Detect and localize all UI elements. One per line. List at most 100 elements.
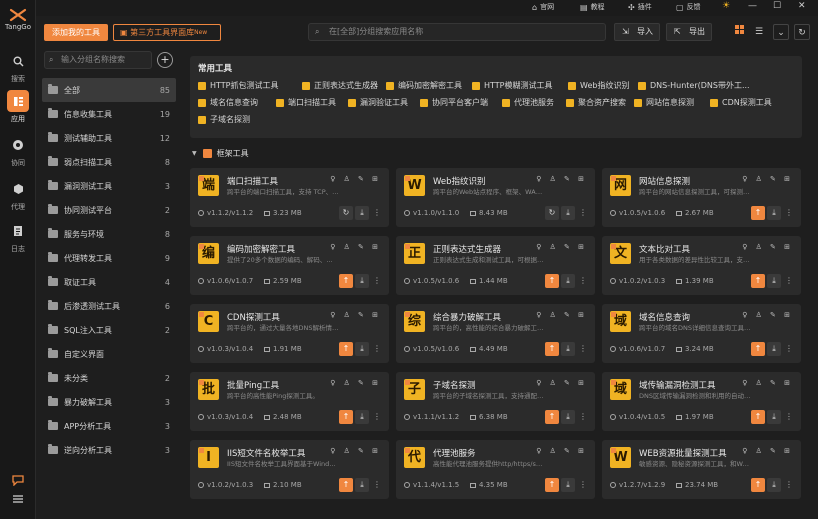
common-tool-chip[interactable]: 聚合资产搜索: [566, 97, 626, 108]
more-icon[interactable]: ⋮: [782, 410, 796, 424]
tool-card[interactable]: WWEB资源批量探测工具敏感资源、隐秘资源探测工具，和Web资源探...♀ ♙ …: [602, 440, 801, 499]
download-button[interactable]: ⤓: [767, 274, 781, 288]
download-button[interactable]: ⤓: [767, 410, 781, 424]
tool-action-icons[interactable]: ♀ ♙ ✎ ⊞: [536, 379, 587, 387]
collapse-icon[interactable]: ⌄: [773, 24, 789, 40]
tool-action-icons[interactable]: ♀ ♙ ✎ ⊞: [742, 243, 793, 251]
upgrade-button[interactable]: ↑: [545, 478, 559, 492]
more-icon[interactable]: ⋮: [370, 478, 384, 492]
tool-card[interactable]: IIIS短文件名枚举工具IIS短文件名枚举工具界面基于Windows短文件...…: [190, 440, 389, 499]
tool-card[interactable]: 端端口扫描工具跨平台的端口扫描工具，支持 TCP、SYN、U...♀ ♙ ✎ ⊞…: [190, 168, 389, 227]
download-button[interactable]: ⤓: [767, 478, 781, 492]
maximize-icon[interactable]: ☐: [773, 1, 781, 11]
upgrade-button[interactable]: ↑: [339, 342, 353, 356]
more-icon[interactable]: ⋮: [782, 206, 796, 220]
common-tool-chip[interactable]: CDN探测工具: [710, 97, 772, 108]
tool-card[interactable]: 域域名信息查询跨平台的域名DNS详细信息查询工具，支持...♀ ♙ ✎ ⊞v1.…: [602, 304, 801, 363]
upgrade-button[interactable]: ↑: [545, 274, 559, 288]
common-tool-chip[interactable]: DNS-Hunter(DNS带外工...: [638, 80, 750, 91]
add-category-button[interactable]: +: [157, 52, 173, 68]
download-button[interactable]: ⤓: [561, 206, 575, 220]
more-icon[interactable]: ⋮: [576, 342, 590, 356]
more-icon[interactable]: ⋮: [782, 478, 796, 492]
topnav-tutorial[interactable]: ▤ 教程: [580, 2, 605, 12]
tool-card[interactable]: 域域传输漏洞检测工具DNS区域传输漏洞检测和利用的自动化工具。♀ ♙ ✎ ⊞v1…: [602, 372, 801, 431]
common-tool-chip[interactable]: 端口扫描工具: [276, 97, 336, 108]
category-item[interactable]: 信息收集工具 19: [42, 102, 176, 126]
more-icon[interactable]: ⋮: [782, 342, 796, 356]
more-icon[interactable]: ⋮: [576, 478, 590, 492]
category-item[interactable]: 逆向分析工具 3: [42, 438, 176, 462]
rail-item-log[interactable]: 日志: [0, 220, 36, 254]
topnav-home[interactable]: ⌂ 官网: [532, 2, 554, 12]
category-item[interactable]: 代理转发工具 9: [42, 246, 176, 270]
download-button[interactable]: ⤓: [355, 206, 369, 220]
category-item[interactable]: 未分类 2: [42, 366, 176, 390]
common-tool-chip[interactable]: 域名信息查询: [198, 97, 258, 108]
topnav-feedback[interactable]: ▢ 反馈: [676, 2, 701, 12]
tool-action-icons[interactable]: ♀ ♙ ✎ ⊞: [330, 379, 381, 387]
chat-icon[interactable]: [9, 474, 27, 492]
category-item[interactable]: SQL注入工具 2: [42, 318, 176, 342]
upgrade-button[interactable]: ↑: [751, 274, 765, 288]
upgrade-button[interactable]: ↑: [339, 410, 353, 424]
tool-card[interactable]: 文文本比对工具用于各类数据的差异性比较工具，支持表格、...♀ ♙ ✎ ⊞v1.…: [602, 236, 801, 295]
category-item[interactable]: 服务与环境 8: [42, 222, 176, 246]
common-tool-chip[interactable]: HTTP抓包测试工具: [198, 80, 278, 91]
rail-item-cooperation[interactable]: 协同: [0, 134, 36, 168]
more-icon[interactable]: ⋮: [576, 410, 590, 424]
tool-action-icons[interactable]: ♀ ♙ ✎ ⊞: [742, 311, 793, 319]
refresh-icon[interactable]: ↻: [794, 24, 810, 40]
common-tool-chip[interactable]: 子域名探测: [198, 114, 250, 125]
tool-action-icons[interactable]: ♀ ♙ ✎ ⊞: [330, 175, 381, 183]
export-button[interactable]: ⇱ 导出: [666, 23, 712, 41]
more-icon[interactable]: ⋮: [370, 410, 384, 424]
category-item[interactable]: 取证工具 4: [42, 270, 176, 294]
upgrade-button[interactable]: ↑: [545, 342, 559, 356]
common-tool-chip[interactable]: HTTP模糊测试工具: [472, 80, 552, 91]
category-item[interactable]: 暴力破解工具 3: [42, 390, 176, 414]
third-party-library-button[interactable]: ▣ 第三方工具界面库New: [113, 24, 221, 41]
more-icon[interactable]: ⋮: [370, 342, 384, 356]
tool-card[interactable]: WWeb指纹识别跨平台的Web站点程序、框架、WAF指纹识...♀ ♙ ✎ ⊞v…: [396, 168, 595, 227]
close-icon[interactable]: ✕: [798, 1, 806, 11]
add-tool-button[interactable]: 添加我的工具: [44, 24, 108, 41]
common-tool-chip[interactable]: Web指纹识别: [568, 80, 629, 91]
more-icon[interactable]: ⋮: [576, 206, 590, 220]
download-button[interactable]: ⤓: [767, 342, 781, 356]
upgrade-button[interactable]: ↑: [339, 274, 353, 288]
download-button[interactable]: ⤓: [561, 478, 575, 492]
upgrade-button[interactable]: ↑: [751, 410, 765, 424]
tool-action-icons[interactable]: ♀ ♙ ✎ ⊞: [536, 311, 587, 319]
common-tool-chip[interactable]: 漏洞验证工具: [348, 97, 408, 108]
common-tool-chip[interactable]: 网站信息探测: [634, 97, 694, 108]
tool-action-icons[interactable]: ♀ ♙ ✎ ⊞: [742, 175, 793, 183]
common-tool-chip[interactable]: 正则表达式生成器: [302, 80, 378, 91]
more-icon[interactable]: ⋮: [370, 206, 384, 220]
download-button[interactable]: ⤓: [355, 274, 369, 288]
import-button[interactable]: ⇲ 导入: [614, 23, 660, 41]
list-view-icon[interactable]: ☰: [751, 24, 767, 40]
category-item[interactable]: 协同测试平台 2: [42, 198, 176, 222]
category-item[interactable]: APP分析工具 3: [42, 414, 176, 438]
tool-action-icons[interactable]: ♀ ♙ ✎ ⊞: [330, 243, 381, 251]
tool-action-icons[interactable]: ♀ ♙ ✎ ⊞: [536, 175, 587, 183]
tool-action-icons[interactable]: ♀ ♙ ✎ ⊞: [742, 379, 793, 387]
category-item[interactable]: 漏洞测试工具 3: [42, 174, 176, 198]
common-tool-chip[interactable]: 协同平台客户端: [420, 97, 488, 108]
more-icon[interactable]: ⋮: [782, 274, 796, 288]
category-item[interactable]: 后渗透测试工具 6: [42, 294, 176, 318]
tool-card[interactable]: 正正则表达式生成器正则表达式生成和测试工具，可根据选择需要...♀ ♙ ✎ ⊞v…: [396, 236, 595, 295]
refresh-button[interactable]: ↻: [545, 206, 559, 220]
tool-card[interactable]: 综综合暴力破解工具跨平台的，高性能的综合暴力破解工具，支持对...♀ ♙ ✎ ⊞…: [396, 304, 595, 363]
upgrade-button[interactable]: ↑: [339, 478, 353, 492]
tool-card[interactable]: 批批量Ping工具 跨平台的高性能Ping探测工具。 ♀ ♙ ✎ ⊞ v1.0.3/v…: [190, 372, 389, 431]
download-button[interactable]: ⤓: [561, 342, 575, 356]
download-button[interactable]: ⤓: [355, 410, 369, 424]
minimize-icon[interactable]: —: [748, 1, 757, 11]
category-item[interactable]: 弱点扫描工具 8: [42, 150, 176, 174]
upgrade-button[interactable]: ↑: [545, 410, 559, 424]
group-header[interactable]: ▼ 框架工具: [192, 148, 249, 159]
tool-card[interactable]: CCDN探测工具跨平台的，通过大量各地DNS解析情况来判断...♀ ♙ ✎ ⊞v…: [190, 304, 389, 363]
common-tool-chip[interactable]: 代理池服务: [502, 97, 554, 108]
